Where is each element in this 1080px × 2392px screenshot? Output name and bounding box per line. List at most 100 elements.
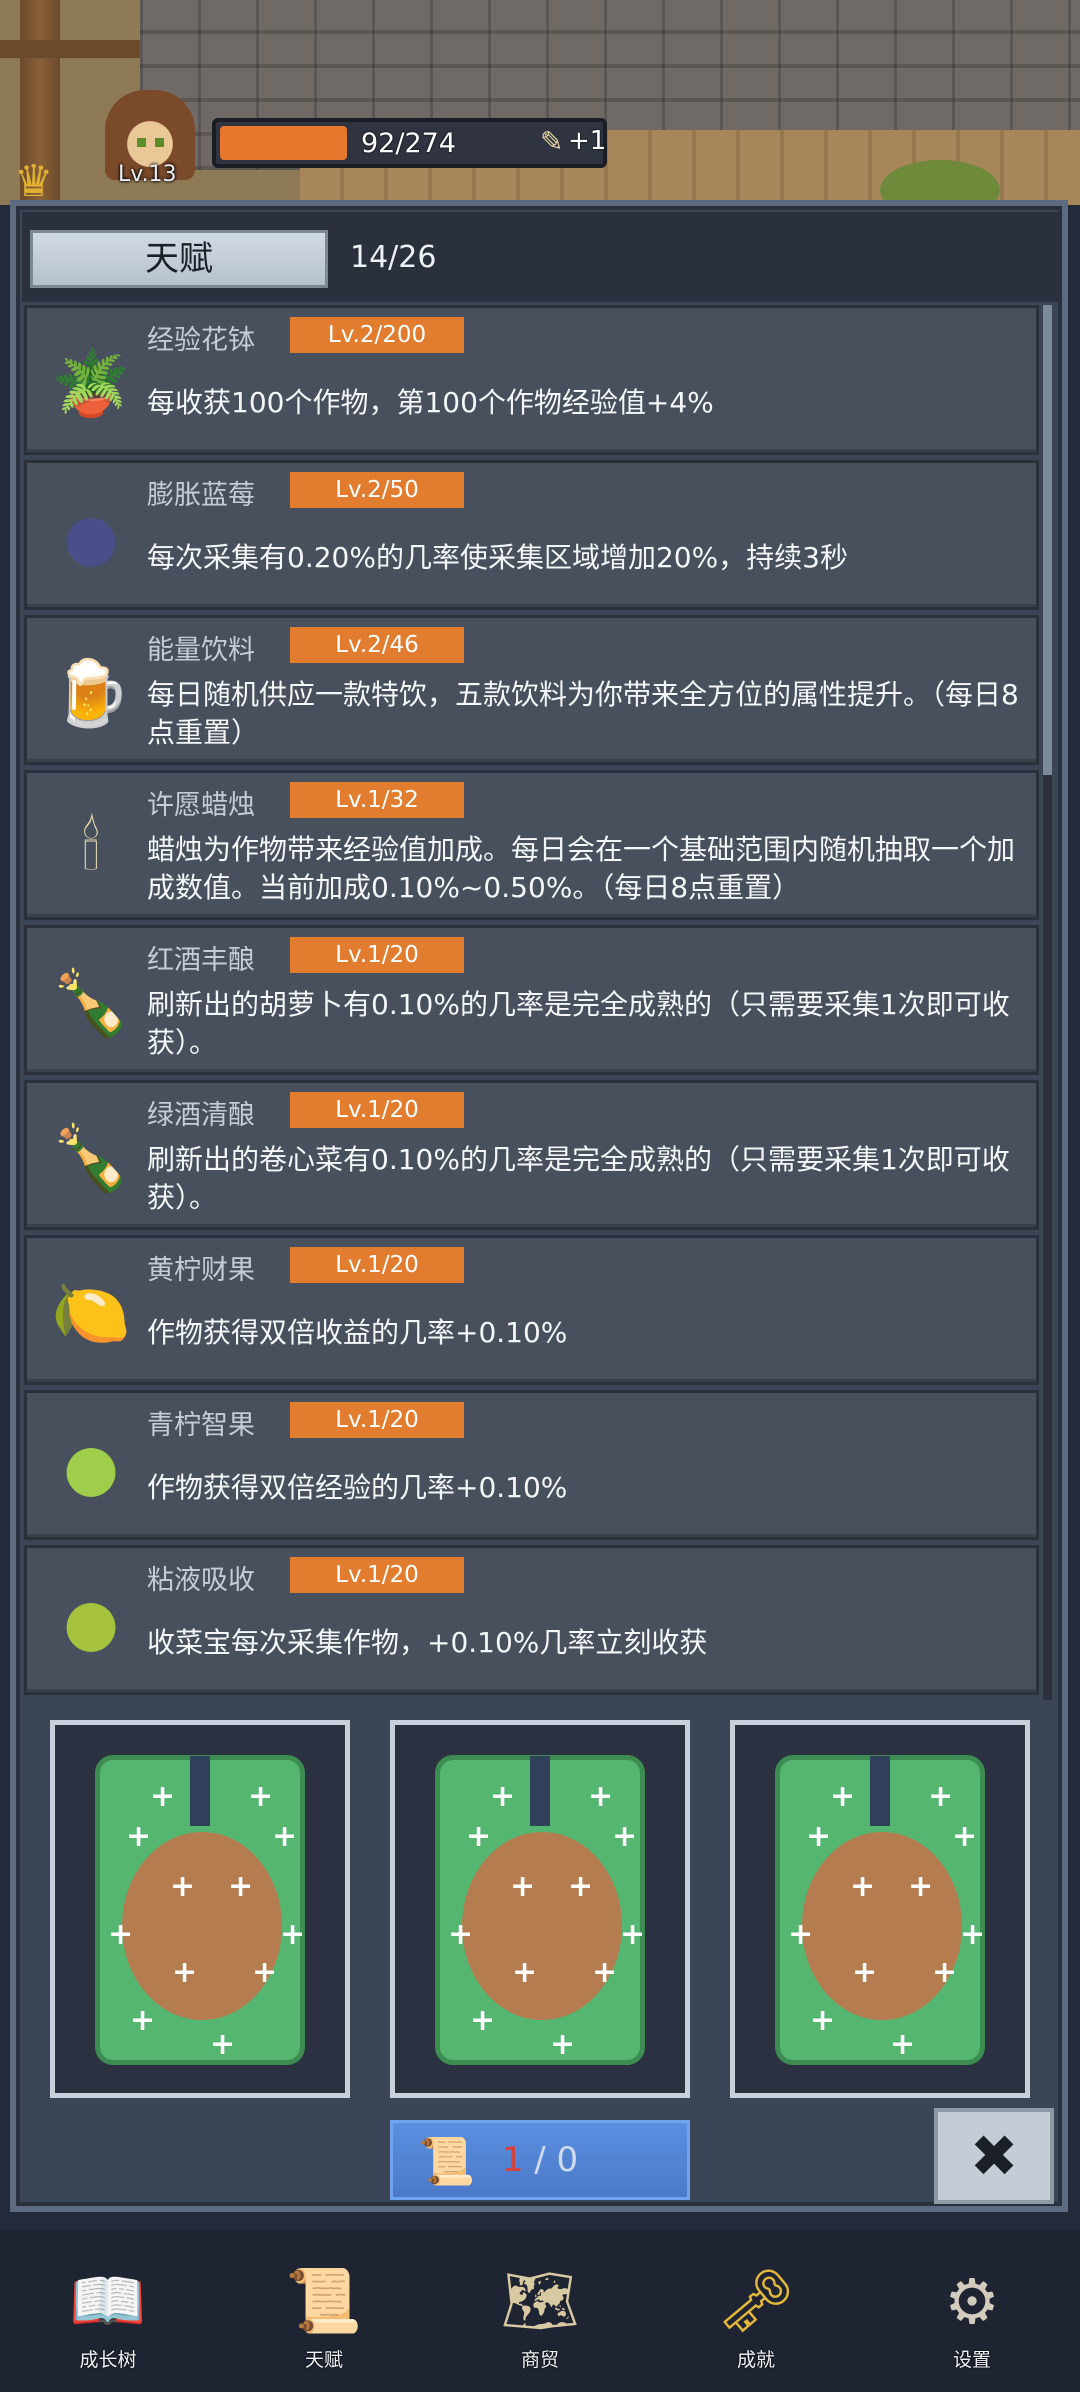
talent-name: 经验花钵 [147,325,255,356]
talent-row[interactable]: 🪴 经验花钵 Lv.2/200 每收获100个作物，第100个作物经验值+4% [24,305,1039,455]
talent-level-badge: Lv.1/20 [290,1092,464,1128]
close-button[interactable]: ✖ [934,2108,1054,2204]
talent-description: 每日随机供应一款特饮，五款饮料为你带来全方位的属性提升。（每日8点重置） [147,678,1019,749]
sparkle-icon: + [130,2003,156,2038]
talent-description: 收菜宝每次采集作物，+0.10%几率立刻收获 [147,1626,708,1659]
card-slot-1[interactable]: + + + + + + + + + + + + [50,1720,350,2098]
talent-name: 绿酒清酿 [147,1100,255,1131]
talent-list[interactable]: 🪴 经验花钵 Lv.2/200 每收获100个作物，第100个作物经验值+4% ● 膨胀蓝… [24,305,1054,1700]
talent-row[interactable]: 🍋 黄柠财果 Lv.1/20 作物获得双倍收益的几率+0.10% [24,1235,1039,1385]
talent-description: 作物获得双倍经验的几率+0.10% [147,1471,568,1504]
talent-level-badge: Lv.1/20 [290,937,464,973]
sparkle-icon: + [908,1869,934,1904]
sparkle-icon: + [850,1869,876,1904]
gear-icon: ⚙ [944,2264,1000,2338]
sparkle-icon: + [228,1869,254,1904]
talent-row[interactable]: 🕯 许愿蜡烛 Lv.1/32 蜡烛为作物带来经验值加成。每日会在一个基础范围内随机抽取… [24,770,1039,920]
nav-item[interactable]: 🗝 成就 [648,2230,864,2392]
nav-label: 成长树 [79,2349,137,2371]
sparkle-icon: + [280,1917,306,1952]
green-wine-icon: 🍾 [51,1121,131,1196]
nav-item[interactable]: 📖 成长树 [0,2230,216,2392]
sparkle-icon: + [272,1819,298,1854]
talent-description: 作物获得双倍收益的几率+0.10% [147,1316,568,1349]
sparkle-icon: + [126,1819,152,1854]
card-back: + + + + + + + + + + + + [775,1755,985,2065]
sparkle-icon: + [890,2027,916,2062]
sparkle-icon: + [588,1779,614,1814]
talent-name: 膨胀蓝莓 [147,480,255,511]
sparkle-icon: + [466,1819,492,1854]
draw-separator: / [523,2140,557,2180]
scroll-icon: 📜 [418,2134,476,2188]
card-back: + + + + + + + + + + + + [435,1755,645,2065]
sparkle-icon: + [592,1955,618,1990]
sparkle-icon: + [550,2027,576,2062]
seed-stem [870,1756,890,1826]
sparkle-icon: + [470,2003,496,2038]
talent-level-badge: Lv.1/20 [290,1247,464,1283]
flower-pot-icon: 🪴 [51,346,131,421]
seed-emblem [802,1832,962,2020]
sparkle-icon: + [788,1917,814,1952]
talent-count: 14/26 [350,240,437,275]
sparkle-icon: + [568,1869,594,1904]
draw-current: 1 [501,2140,524,2180]
sparkle-icon: + [108,1917,134,1952]
card-slot-3[interactable]: + + + + + + + + + + + + [730,1720,1030,2098]
talent-description: 每次采集有0.20%的几率使采集区域增加20%，持续3秒 [147,541,849,574]
talent-row[interactable]: 🍺 能量饮料 Lv.2/46 每日随机供应一款特饮，五款饮料为你带来全方位的属性提升。… [24,615,1039,765]
candle-icon: 🕯 [81,811,101,885]
talent-name: 能量饮料 [147,635,255,666]
seed-emblem [462,1832,622,2020]
nav-label: 成就 [736,2349,775,2371]
draw-total: 0 [556,2140,579,2180]
talent-description: 每收获100个作物，第100个作物经验值+4% [147,386,714,419]
wooden-beam [0,40,140,58]
sparkle-icon: + [172,1955,198,1990]
talent-description: 刷新出的胡萝卜有0.10%的几率是完全成熟的（只需要采集1次即可收获）。 [147,988,1010,1059]
talent-level-badge: Lv.2/46 [290,627,464,663]
scroll-bonus: +1 [568,126,607,156]
talent-name: 粘液吸收 [147,1565,255,1596]
sparkle-icon: + [830,1779,856,1814]
talent-description: 蜡烛为作物带来经验值加成。每日会在一个基础范围内随机抽取一个加成数值。当前加成0… [147,833,1016,904]
tab-talent[interactable]: 天赋 [30,230,328,288]
scrollbar-thumb[interactable] [1043,305,1052,775]
sparkle-icon: + [448,1917,474,1952]
sparkle-icon: + [612,1819,638,1854]
talent-row[interactable]: 🍾 绿酒清酿 Lv.1/20 刷新出的卷心菜有0.10%的几率是完全成熟的（只需要采集… [24,1080,1039,1230]
seed-stem [190,1756,210,1826]
book-icon: 📖 [69,2264,147,2337]
scroll-icon: 📜 [285,2264,363,2337]
talent-row[interactable]: ● 粘液吸收 Lv.1/20 收菜宝每次采集作物，+0.10%几率立刻收获 [24,1545,1039,1695]
sparkle-icon: + [512,1955,538,1990]
slime-icon: ● [63,1586,119,1660]
draw-talent-button[interactable]: 📜 1 / 0 [390,2120,690,2200]
nav-item[interactable]: 📜 天赋 [216,2230,432,2392]
drink-cup-icon: 🍺 [51,656,131,731]
sparkle-icon: + [806,1819,832,1854]
scroll-icon: ✎ [540,125,564,158]
talent-level-badge: Lv.2/200 [290,317,464,353]
seed-stem [530,1756,550,1826]
talent-name: 青柠智果 [147,1410,255,1441]
talent-name: 许愿蜡烛 [147,790,255,821]
map-icon: 🗺 [500,2264,580,2337]
talent-row[interactable]: ● 青柠智果 Lv.1/20 作物获得双倍经验的几率+0.10% [24,1390,1039,1540]
card-slot-2[interactable]: + + + + + + + + + + + + [390,1720,690,2098]
blueberry-icon: ● [63,501,119,575]
talent-level-badge: Lv.1/32 [290,782,464,818]
nav-item[interactable]: ⚙ 设置 [864,2230,1080,2392]
sparkle-icon: + [170,1869,196,1904]
bottom-nav: 📖 成长树 📜 天赋 🗺 商贸 🗝 成就 ⚙ 设置 [0,2230,1080,2392]
xp-bar-fill [220,126,347,160]
sparkle-icon: + [810,2003,836,2038]
player-level: Lv.13 [118,162,177,187]
talent-row[interactable]: ● 膨胀蓝莓 Lv.2/50 每次采集有0.20%的几率使采集区域增加20%，持续3秒 [24,460,1039,610]
nav-item[interactable]: 🗺 商贸 [432,2230,648,2392]
xp-text: 92/274 [361,128,456,159]
talent-level-badge: Lv.2/50 [290,472,464,508]
talent-row[interactable]: 🍾 红酒丰酿 Lv.1/20 刷新出的胡萝卜有0.10%的几率是完全成熟的（只需要采集… [24,925,1039,1075]
sparkle-icon: + [852,1955,878,1990]
